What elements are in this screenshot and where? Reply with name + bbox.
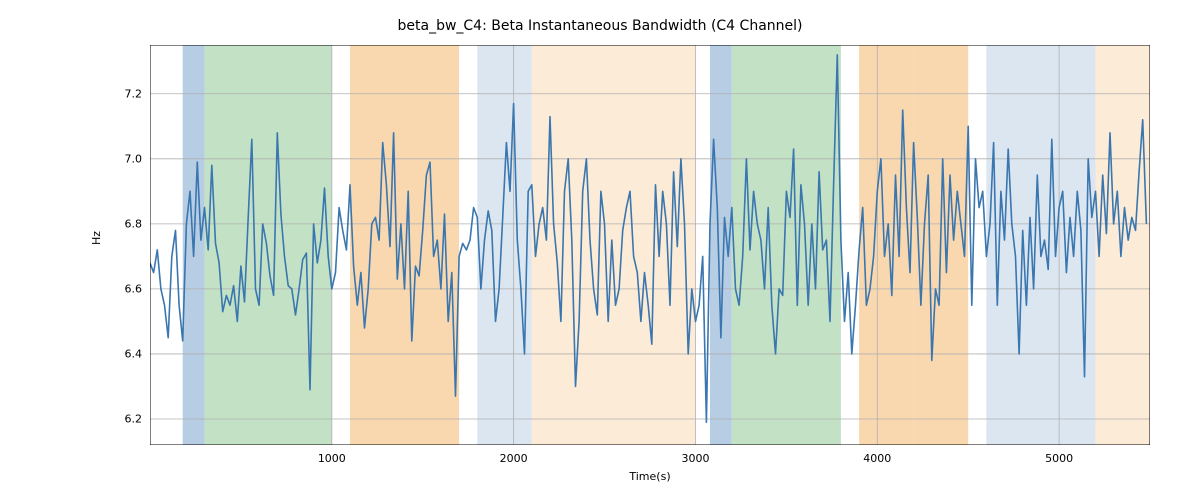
chart-plot-area xyxy=(150,45,1150,445)
region-band xyxy=(1095,45,1150,445)
ytick-label: 7.0 xyxy=(92,152,142,165)
chart-title: beta_bw_C4: Beta Instantaneous Bandwidth… xyxy=(0,18,1200,34)
region-band xyxy=(586,45,695,445)
xtick-label: 3000 xyxy=(681,452,709,465)
y-axis-label: Hz xyxy=(90,231,103,245)
ytick-label: 6.4 xyxy=(92,347,142,360)
ytick-label: 6.8 xyxy=(92,217,142,230)
ytick-label: 7.2 xyxy=(92,87,142,100)
xtick-label: 5000 xyxy=(1045,452,1073,465)
ytick-label: 6.2 xyxy=(92,412,142,425)
xtick-label: 2000 xyxy=(500,452,528,465)
region-band xyxy=(532,45,587,445)
x-axis-label: Time(s) xyxy=(150,470,1150,483)
xtick-label: 4000 xyxy=(863,452,891,465)
region-band xyxy=(477,45,532,445)
xtick-label: 1000 xyxy=(318,452,346,465)
ytick-label: 6.6 xyxy=(92,282,142,295)
chart-svg xyxy=(150,45,1150,445)
